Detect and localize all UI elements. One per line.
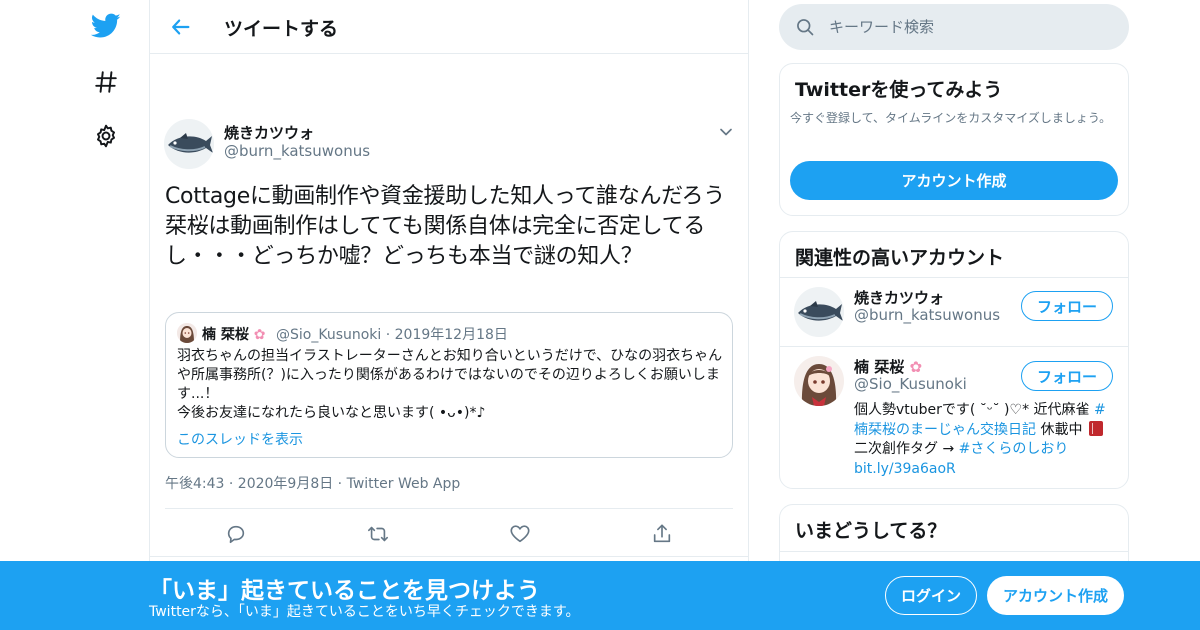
quoted-text: 羽衣ちゃんの担当イラストレーターさんとお知り合いというだけで、ひなの羽衣ちゃんや… [177, 348, 723, 421]
cherry-blossom-icon: ✿ [909, 358, 923, 376]
show-thread-link[interactable]: このスレッドを表示 [177, 429, 303, 449]
divider [780, 277, 1128, 278]
search-box [779, 4, 1129, 50]
follow-button[interactable]: フォロー [1021, 361, 1113, 391]
retweet-icon[interactable] [366, 522, 390, 546]
author-name[interactable]: 焼きカツウォ [224, 122, 314, 143]
related-account-name[interactable]: 楠 栞桜 ✿ [854, 356, 922, 377]
gear-icon[interactable] [90, 120, 122, 152]
quoted-meta: @Sio_Kusunoki · 2019年12月18日 [276, 327, 508, 343]
avatar[interactable] [164, 119, 214, 169]
related-account-handle[interactable]: @burn_katsuwonus [854, 306, 1000, 324]
signup-card-title: Twitterを使ってみよう [795, 79, 1003, 101]
signup-button[interactable]: アカウント作成 [987, 576, 1124, 615]
divider [165, 508, 733, 509]
main-column: ツイートする 焼きカツウォ @burn_katsuwonus Cottageに動… [149, 0, 749, 630]
hashtag-link[interactable]: #さくらのしおり [959, 441, 1069, 457]
follow-button[interactable]: フォロー [1021, 291, 1113, 321]
divider [150, 556, 748, 557]
search-icon [795, 17, 815, 37]
author-handle[interactable]: @burn_katsuwonus [224, 142, 370, 160]
signup-card-description: 今すぐ登録して、タイムラインをカスタマイズしましょう。 [790, 111, 1112, 125]
tweet-actions [165, 518, 733, 550]
related-account-bio: 個人勢vtuberです( ˘ᵕ˘ )♡* 近代麻雀 #楠栞桜のまーじゃん交換日記… [854, 402, 1106, 477]
chevron-down-icon[interactable] [716, 122, 736, 142]
book-icon [1088, 420, 1103, 436]
tweet-text: Cottageに動画制作や資金援助した知人って誰なんだろう 栞桜は動画制作はして… [165, 184, 725, 269]
hashtag-icon[interactable] [90, 66, 122, 98]
share-icon[interactable] [650, 522, 674, 546]
create-account-button[interactable]: アカウント作成 [790, 161, 1118, 200]
banner-subtitle: Twitterなら、「いま」起きていることをいち早くチェックできます。 [149, 604, 580, 620]
avatar[interactable] [794, 356, 844, 406]
signup-card: Twitterを使ってみよう 今すぐ登録して、タイムラインをカスタマイズしましょ… [779, 63, 1129, 216]
quoted-author-name: 楠 栞桜 ✿ [202, 327, 266, 343]
related-accounts-title: 関連性の高いアカウント [795, 247, 1005, 269]
left-navigation [75, 0, 150, 630]
cherry-blossom-icon: ✿ [253, 327, 266, 343]
tweet-timestamp[interactable]: 午後4:43 · 2020年9月8日 · Twitter Web App [165, 473, 460, 493]
back-arrow-icon[interactable] [168, 14, 194, 40]
avatar[interactable] [794, 287, 844, 337]
signup-banner: 「いま」起きていることを見つけよう Twitterなら、「いま」起きていることを… [0, 561, 1200, 630]
url-link[interactable]: bit.ly/39a6aoR [854, 461, 956, 477]
related-account-handle[interactable]: @Sio_Kusunoki [854, 375, 967, 393]
page-header: ツイートする [150, 0, 748, 54]
twitter-bird-icon[interactable] [90, 10, 122, 42]
login-button[interactable]: ログイン [885, 576, 977, 615]
search-input[interactable] [829, 4, 1119, 50]
like-icon[interactable] [508, 522, 532, 546]
quoted-tweet[interactable]: 楠 栞桜 ✿ @Sio_Kusunoki · 2019年12月18日 羽衣ちゃん… [165, 312, 733, 458]
related-account-name[interactable]: 焼きカツウォ [854, 287, 944, 308]
divider [780, 346, 1128, 347]
page-title: ツイートする [224, 18, 339, 40]
divider [780, 551, 1128, 552]
banner-title: 「いま」起きていることを見つけよう [149, 578, 540, 604]
trends-title: いまどうしてる？ [795, 520, 947, 542]
avatar [177, 323, 197, 343]
related-accounts-card: 関連性の高いアカウント 焼きカツウォ @burn_katsuwonus フォロー… [779, 231, 1129, 489]
reply-icon[interactable] [224, 522, 248, 546]
